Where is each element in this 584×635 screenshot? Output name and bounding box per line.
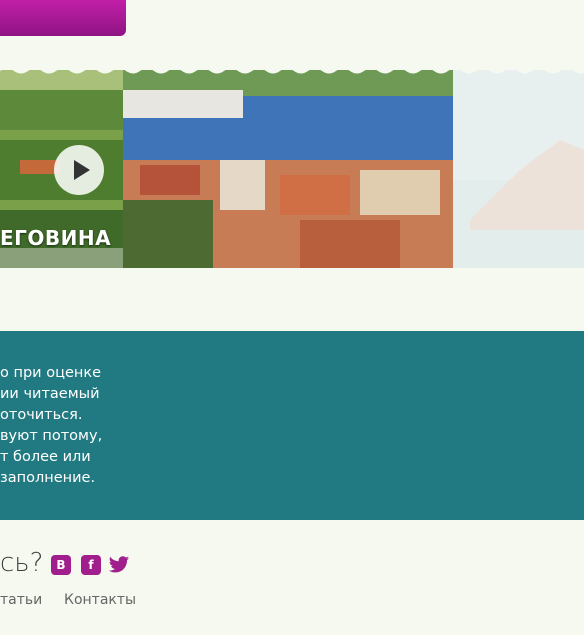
info-line: оточиться. [0,407,83,423]
info-line: вуют потому, [0,428,103,444]
facebook-icon[interactable]: f [81,555,101,575]
footer-link-articles[interactable]: татьи [0,592,42,608]
top-cta-button[interactable] [0,0,126,36]
info-line: т более или [0,449,91,465]
info-line: заполнение. [0,470,96,486]
info-text: о при оценке ии читаемый оточиться. вуют… [0,363,102,489]
vk-icon[interactable]: В [51,555,71,575]
play-icon [74,160,90,180]
info-line: ии читаемый [0,386,100,402]
info-line: о при оценке [0,365,102,381]
twitter-icon[interactable] [108,555,130,575]
footer-question: сь? [0,548,44,578]
gallery-wave-edge [0,66,584,74]
gallery-region-label: ЕГОВИНА [0,226,112,250]
footer-link-contacts[interactable]: Контакты [64,592,136,608]
gallery-photo-kotor[interactable] [123,70,453,268]
play-video-button[interactable] [54,145,104,195]
